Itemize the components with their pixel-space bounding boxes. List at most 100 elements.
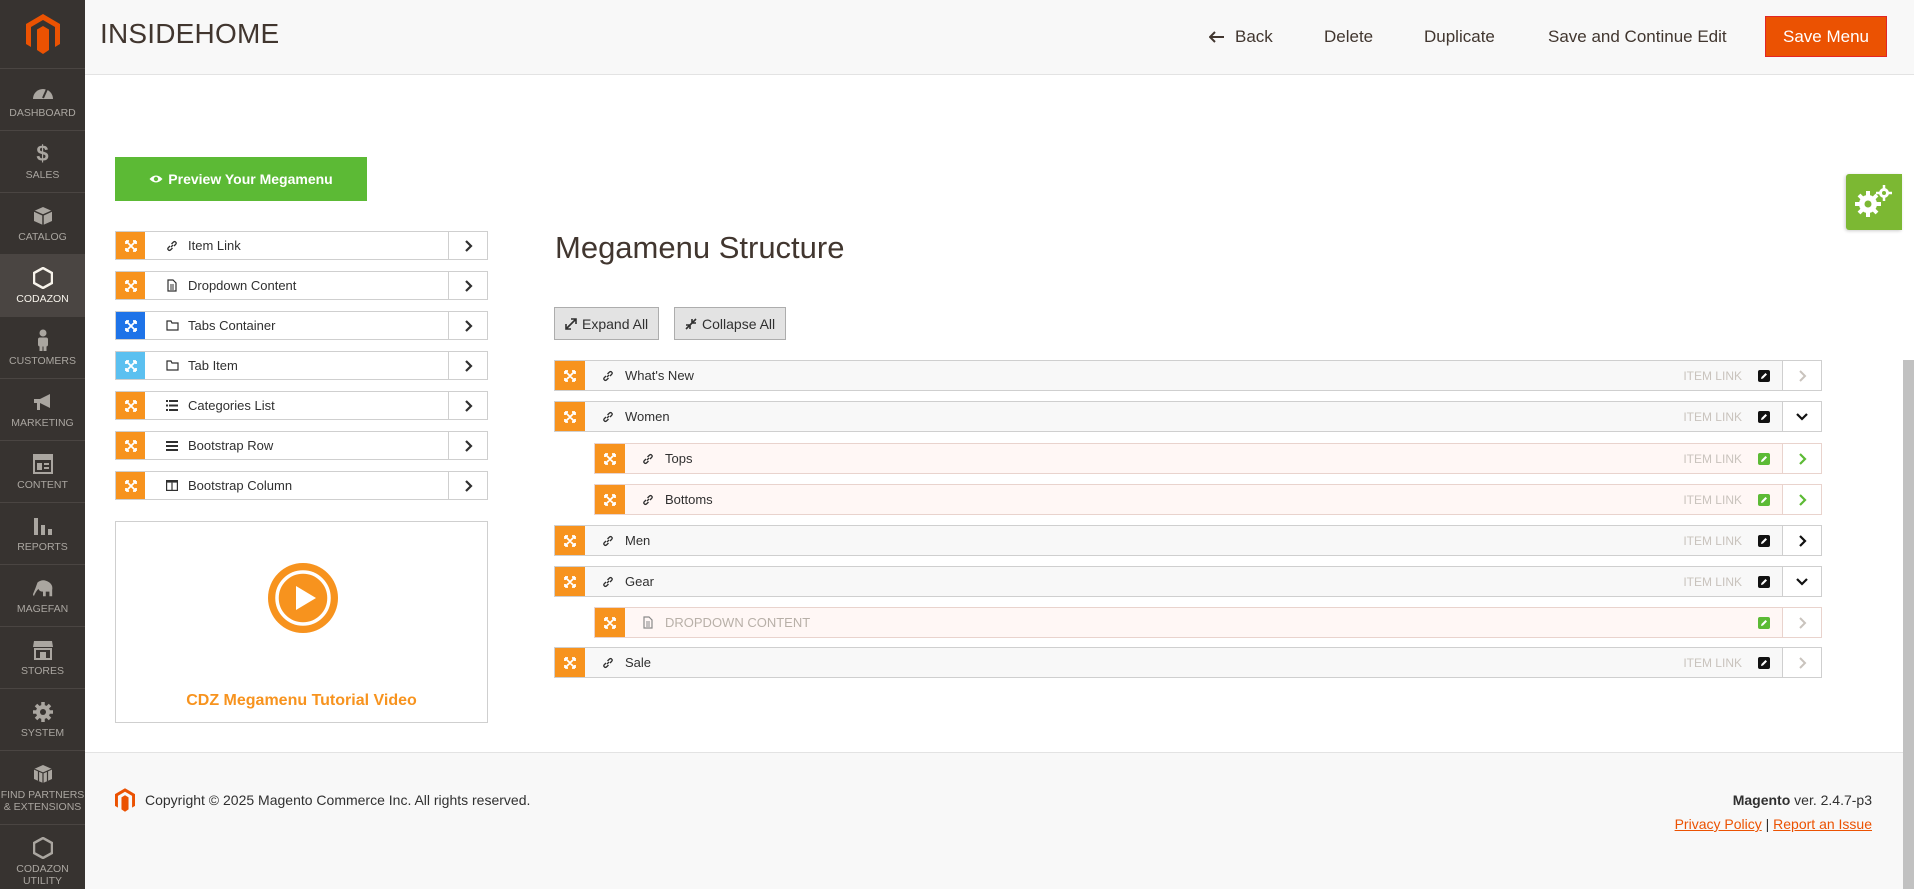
settings-gears-button[interactable] (1846, 174, 1902, 230)
chevron-right-icon[interactable] (448, 272, 487, 299)
magento-logo-icon (115, 788, 135, 817)
tree-item-whats-new[interactable]: What's New ITEM LINK (554, 360, 1822, 391)
drag-handle[interactable] (595, 444, 625, 473)
tree-item-tops[interactable]: Tops ITEM LINK (594, 443, 1822, 474)
drag-handle[interactable] (116, 312, 145, 339)
drag-handle[interactable] (555, 402, 585, 431)
save-and-continue-button[interactable]: Save and Continue Edit (1548, 16, 1727, 57)
drag-handle[interactable] (555, 361, 585, 390)
nav-item-sales[interactable]: $ SALES (0, 130, 85, 192)
collapse-icon (685, 317, 697, 330)
tree-item-gear[interactable]: Gear ITEM LINK (554, 566, 1822, 597)
dashboard-icon (32, 81, 54, 103)
nav-item-catalog[interactable]: CATALOG (0, 192, 85, 254)
edit-icon[interactable] (1758, 369, 1770, 382)
tree-item-women[interactable]: Women ITEM LINK (554, 401, 1822, 432)
tree-item-bottoms[interactable]: Bottoms ITEM LINK (594, 484, 1822, 515)
tree-item-label: What's New (625, 368, 694, 383)
drag-handle[interactable] (555, 567, 585, 596)
eye-icon (149, 174, 163, 184)
duplicate-button[interactable]: Duplicate (1424, 16, 1495, 57)
drag-handle[interactable] (116, 232, 145, 259)
preview-megamenu-button[interactable]: Preview Your Megamenu (115, 157, 367, 201)
drag-handle[interactable] (555, 648, 585, 677)
nav-item-system[interactable]: SYSTEM (0, 688, 85, 750)
edit-icon[interactable] (1758, 452, 1770, 465)
palette-categories-list[interactable]: Categories List (115, 391, 488, 420)
edit-icon[interactable] (1758, 616, 1770, 629)
hexagon-icon (32, 266, 54, 289)
drag-handle[interactable] (116, 472, 145, 499)
tree-item-men[interactable]: Men ITEM LINK (554, 525, 1822, 556)
edit-icon[interactable] (1758, 656, 1770, 669)
palette-bootstrap-column[interactable]: Bootstrap Column (115, 471, 488, 500)
video-title[interactable]: CDZ Megamenu Tutorial Video (116, 692, 487, 710)
nav-item-stores[interactable]: STORES (0, 626, 85, 688)
back-button[interactable]: Back (1209, 16, 1273, 57)
nav-item-reports[interactable]: REPORTS (0, 502, 85, 564)
nav-item-codazon-utility[interactable]: CODAZON UTILITY (0, 824, 85, 889)
nav-label: STORES (21, 664, 64, 677)
chevron-right-icon[interactable] (448, 312, 487, 339)
report-issue-link[interactable]: Report an Issue (1773, 816, 1872, 832)
drag-handle[interactable] (116, 272, 145, 299)
collapse-all-button[interactable]: Collapse All (674, 307, 787, 340)
chevron-right-icon[interactable] (1782, 648, 1821, 677)
expand-all-button[interactable]: Expand All (554, 307, 660, 340)
scrollbar[interactable] (1903, 360, 1914, 889)
box-icon (32, 205, 54, 227)
page-footer: Copyright © 2025 Magento Commerce Inc. A… (85, 752, 1903, 889)
palette-bootstrap-row[interactable]: Bootstrap Row (115, 431, 488, 460)
chevron-right-icon[interactable] (448, 472, 487, 499)
nav-item-magefan[interactable]: MAGEFAN (0, 564, 85, 626)
tree-item-sale[interactable]: Sale ITEM LINK (554, 647, 1822, 678)
palette-tab-item[interactable]: Tab Item (115, 351, 488, 380)
drag-handle[interactable] (116, 432, 145, 459)
tree-item-dropdown-content[interactable]: DROPDOWN CONTENT (594, 607, 1822, 638)
drag-handle[interactable] (116, 392, 145, 419)
save-menu-button[interactable]: Save Menu (1765, 16, 1887, 57)
drag-handle[interactable] (595, 485, 625, 514)
chevron-right-icon[interactable] (448, 352, 487, 379)
chevron-right-icon[interactable] (1782, 361, 1821, 390)
edit-icon[interactable] (1758, 493, 1770, 506)
preview-label: Preview Your Megamenu (168, 171, 333, 187)
link-icon (601, 535, 615, 547)
edit-icon[interactable] (1758, 575, 1770, 588)
palette-tabs-container[interactable]: Tabs Container (115, 311, 488, 340)
play-icon[interactable] (268, 563, 338, 633)
nav-item-find-partners[interactable]: FIND PARTNERS & EXTENSIONS (0, 750, 85, 824)
nav-label: CODAZON UTILITY (16, 862, 69, 887)
nav-item-codazon[interactable]: CODAZON (0, 254, 85, 316)
nav-item-marketing[interactable]: MARKETING (0, 378, 85, 440)
palette-label: Bootstrap Row (188, 438, 274, 453)
nav-label: MAGEFAN (16, 602, 69, 615)
chevron-down-icon[interactable] (1782, 567, 1821, 596)
delete-button[interactable]: Delete (1324, 16, 1373, 57)
chevron-right-icon[interactable] (448, 232, 487, 259)
chevron-right-icon[interactable] (1782, 444, 1821, 473)
palette-label: Tabs Container (188, 318, 276, 333)
palette-dropdown-content[interactable]: Dropdown Content (115, 271, 488, 300)
chevron-right-icon[interactable] (448, 432, 487, 459)
collapse-label: Collapse All (702, 315, 776, 332)
drag-handle[interactable] (555, 526, 585, 555)
chevron-right-icon[interactable] (448, 392, 487, 419)
magento-logo[interactable] (0, 0, 85, 68)
palette-item-link[interactable]: Item Link (115, 231, 488, 260)
link-icon (601, 370, 615, 382)
drag-handle[interactable] (595, 608, 625, 637)
privacy-policy-link[interactable]: Privacy Policy (1675, 816, 1762, 832)
chevron-right-icon[interactable] (1782, 526, 1821, 555)
nav-item-dashboard[interactable]: DASHBOARD (0, 68, 85, 130)
chevron-right-icon[interactable] (1782, 485, 1821, 514)
edit-icon[interactable] (1758, 534, 1770, 547)
chevron-down-icon[interactable] (1782, 402, 1821, 431)
nav-item-customers[interactable]: CUSTOMERS (0, 316, 85, 378)
drag-handle[interactable] (116, 352, 145, 379)
edit-icon[interactable] (1758, 410, 1770, 423)
tutorial-video-panel[interactable]: CDZ Megamenu Tutorial Video (115, 521, 488, 723)
nav-item-content[interactable]: CONTENT (0, 440, 85, 502)
bar-chart-icon (32, 515, 54, 537)
chevron-right-icon[interactable] (1782, 608, 1821, 637)
